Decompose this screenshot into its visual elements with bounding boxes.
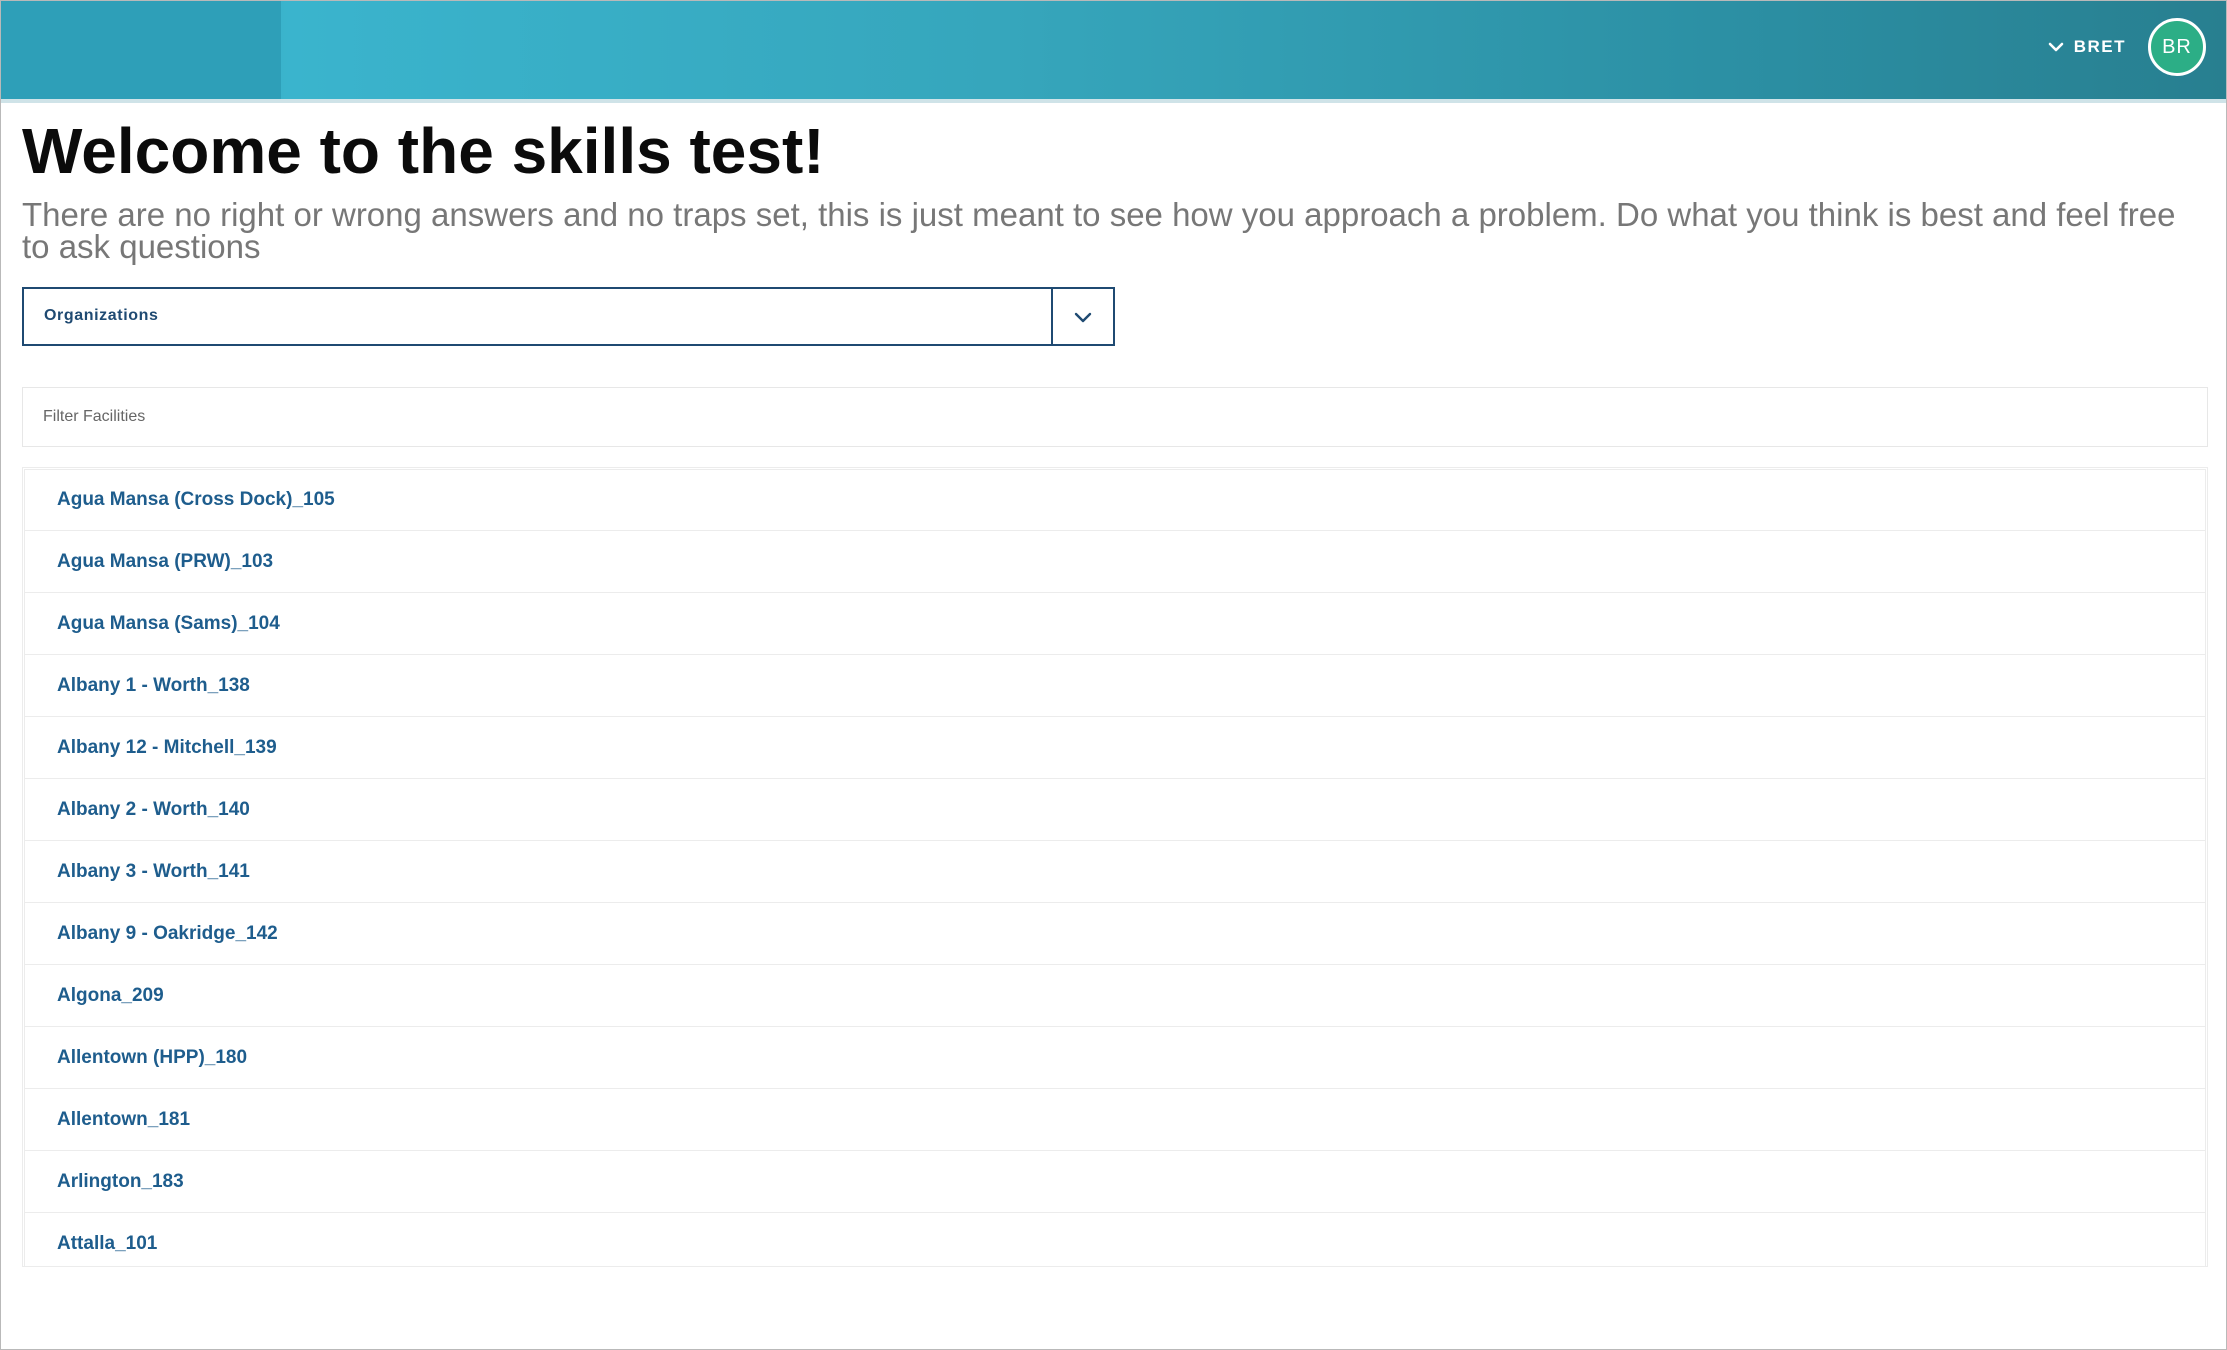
facility-list-item[interactable]: Albany 2 - Worth_140 [24,779,2206,841]
facility-name-link[interactable]: Albany 2 - Worth_140 [57,799,250,821]
facility-list-item[interactable]: Arlington_183 [24,1151,2206,1213]
facility-list-item[interactable]: Albany 12 - Mitchell_139 [24,717,2206,779]
facility-name-link[interactable]: Attalla_101 [57,1233,157,1255]
facility-name-link[interactable]: Algona_209 [57,985,164,1007]
facility-list-item[interactable]: Albany 3 - Worth_141 [24,841,2206,903]
facility-list: Agua Mansa (Cross Dock)_105 Agua Mansa (P… [22,467,2208,1267]
facility-list-item[interactable]: Allentown_181 [24,1089,2206,1151]
facility-name-link[interactable]: Arlington_183 [57,1171,184,1193]
app-window: BRET BR Welcome to the skills test! Ther… [0,0,2227,1350]
facility-list-item[interactable]: Albany 9 - Oakridge_142 [24,903,2206,965]
facility-name-link[interactable]: Agua Mansa (Sams)_104 [57,613,280,635]
facility-list-item[interactable]: Agua Mansa (Sams)_104 [24,593,2206,655]
page-title: Welcome to the skills test! [22,115,825,187]
facility-name-link[interactable]: Agua Mansa (Cross Dock)_105 [57,489,335,511]
facility-name-link[interactable]: Agua Mansa (PRW)_103 [57,551,273,573]
user-name: BRET [2073,37,2126,56]
facility-name-link[interactable]: Albany 9 - Oakridge_142 [57,923,278,945]
facility-list-item[interactable]: Agua Mansa (PRW)_103 [24,531,2206,593]
facility-name-link[interactable]: Albany 12 - Mitchell_139 [57,737,277,759]
facility-list-item[interactable]: Algona_209 [24,965,2206,1027]
intro-text: There are no right or wrong answers and … [22,196,2176,265]
dropdown-toggle[interactable] [1051,289,1113,344]
facility-list-item[interactable]: Attalla_101 [24,1213,2206,1266]
top-bar: BRET BR [1,1,2226,103]
facility-name-link[interactable]: Allentown_181 [57,1109,190,1131]
facility-name-link[interactable]: Albany 3 - Worth_141 [57,861,250,883]
organizations-dropdown[interactable]: Organizations [22,287,1115,346]
organizations-dropdown-label: Organizations [44,307,159,324]
facility-list-item[interactable]: Allentown (HPP)_180 [24,1027,2206,1089]
user-menu[interactable]: BRET [2046,33,2126,61]
top-bar-brand-area [1,1,281,99]
facility-list-item[interactable]: Agua Mansa (Cross Dock)_105 [24,469,2206,531]
chevron-down-icon [2048,42,2064,52]
filter-facilities-input[interactable] [22,387,2208,447]
chevron-down-icon [1074,312,1092,322]
facility-name-link[interactable]: Albany 1 - Worth_138 [57,675,250,697]
avatar-initials: BR [2162,35,2192,58]
facility-list-item[interactable]: Albany 1 - Worth_138 [24,655,2206,717]
avatar[interactable]: BR [2148,18,2206,76]
facility-name-link[interactable]: Allentown (HPP)_180 [57,1047,247,1069]
